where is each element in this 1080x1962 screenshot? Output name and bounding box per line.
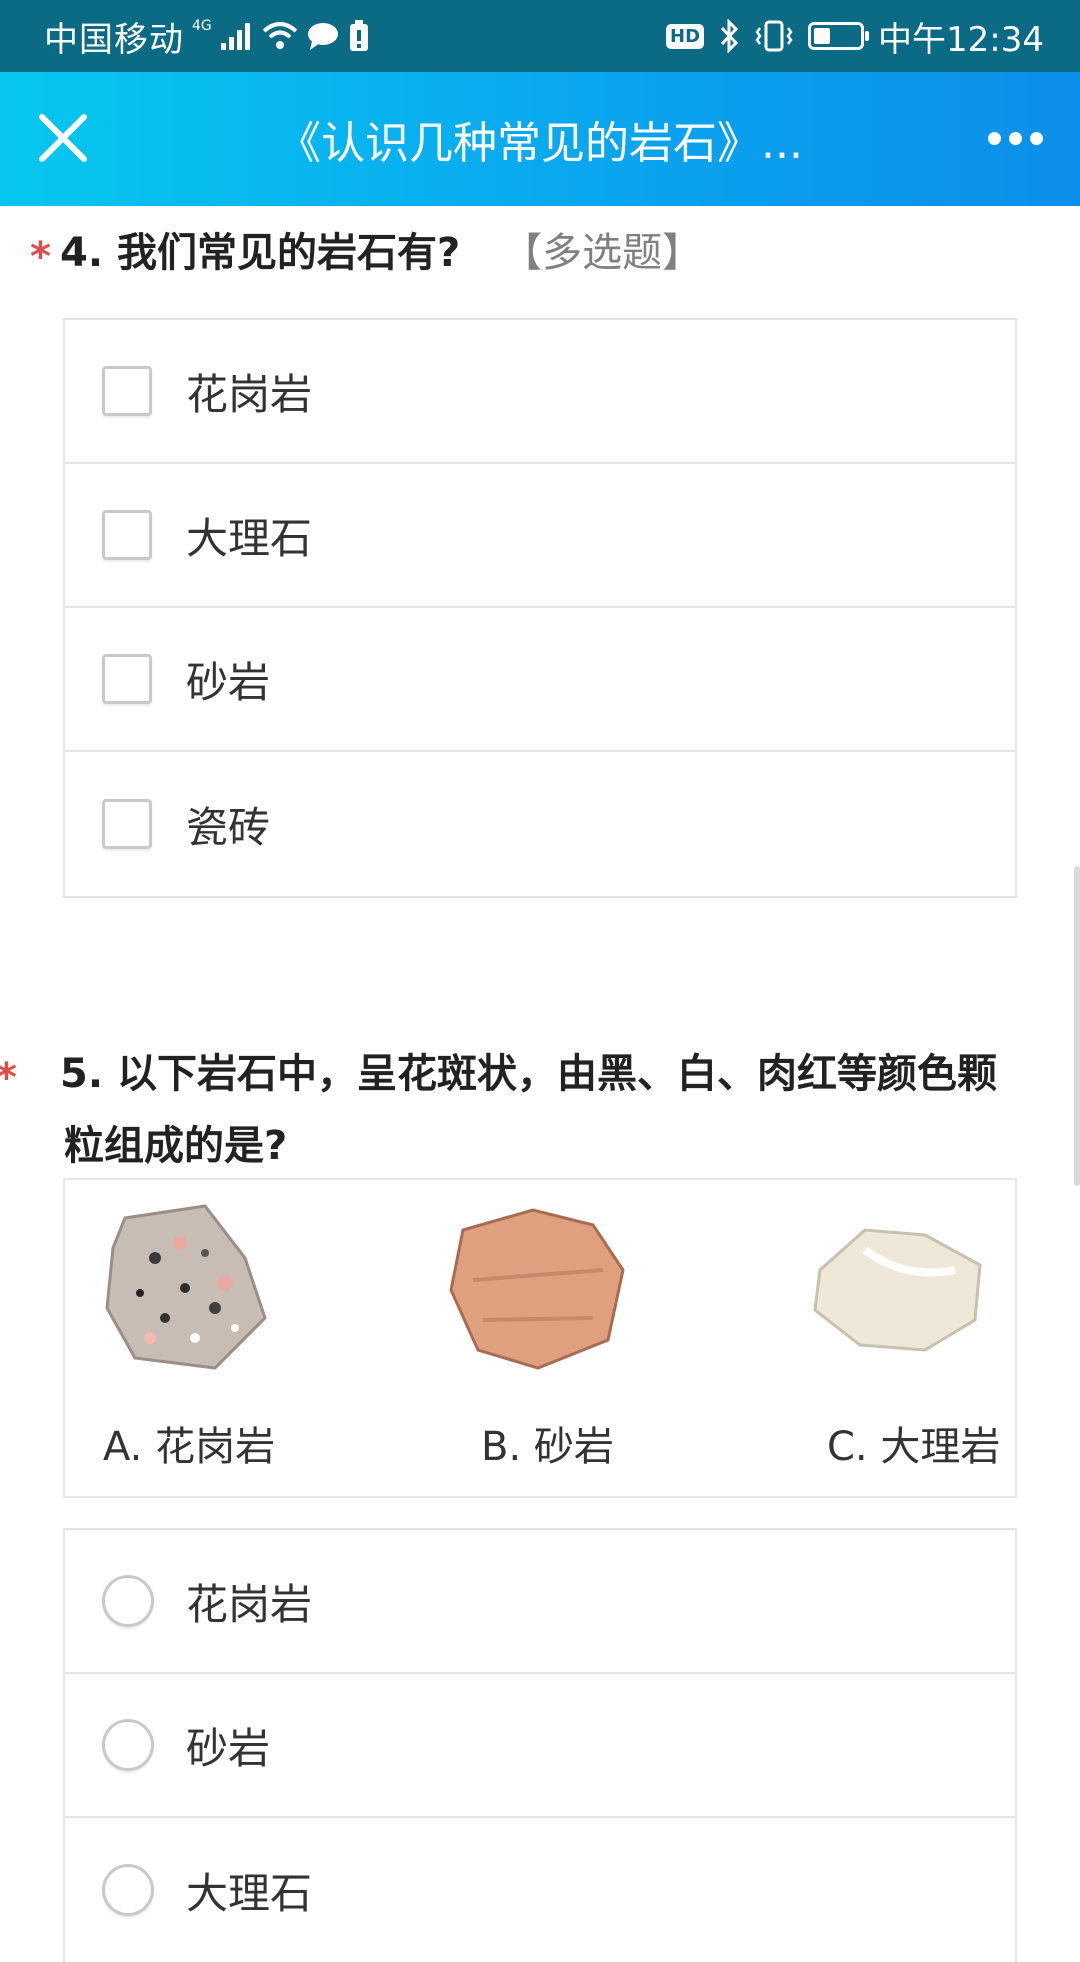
checkbox[interactable] [102,510,152,560]
status-bar: 中国移动 4G HD 中午12:34 [0,0,1080,72]
more-dot-icon [1008,131,1022,145]
checkbox-option[interactable]: 大理石 [65,464,1015,608]
image-caption-b: B. 砂岩 [481,1424,614,1470]
radio-option[interactable]: 砂岩 [65,1674,1015,1818]
checkbox-option[interactable]: 砂岩 [65,608,1015,752]
option-label: 花岗岩 [186,1579,313,1629]
page-title: 《认识几种常见的岩石》... [277,118,803,169]
question-type-label: 【多选题】 [502,230,703,276]
checkbox[interactable] [102,799,152,849]
image-caption-a: A. 花岗岩 [103,1424,276,1470]
status-left: 中国移动 4G [44,0,370,72]
chat-notification-icon [306,21,340,51]
carrier-name: 中国移动 [44,19,184,60]
marble-rock-image [813,1228,982,1352]
question-5-text: 5. 以下岩石中，呈花斑状，由黑、白、肉红等颜色颗粒组成的是? [60,1051,997,1169]
question-4-options: 花岗岩 大理石 砂岩 瓷砖 [63,318,1017,898]
bluetooth-icon [718,19,740,53]
hd-badge: HD [666,23,705,49]
close-button[interactable] [30,105,96,171]
vibrate-icon [754,19,794,53]
alert-notification-icon [348,20,370,52]
checkbox[interactable] [102,654,152,704]
more-dot-icon [1029,131,1043,145]
question-5-title: *5. 以下岩石中，呈花斑状，由黑、白、肉红等颜色颗粒组成的是? [0,1038,1004,1182]
close-icon [39,114,87,162]
checkbox[interactable] [102,366,152,416]
required-mark: * [0,1042,60,1114]
question-4-text: 4. 我们常见的岩石有? [60,230,461,276]
more-button[interactable] [970,105,1060,171]
option-label: 砂岩 [186,657,271,707]
scrollbar[interactable] [1074,866,1080,1186]
image-caption-c: C. 大理岩 [827,1424,1001,1470]
network-type: 4G [192,18,212,34]
option-label: 花岗岩 [186,369,313,419]
signal-icon [220,21,254,51]
radio-option[interactable]: 大理石 [65,1818,1015,1962]
option-label: 大理石 [186,513,313,563]
option-label: 砂岩 [186,1723,271,1773]
radio-button[interactable] [102,1719,154,1771]
status-right: HD 中午12:34 [666,0,1044,72]
option-label: 大理石 [186,1868,313,1918]
radio-option[interactable]: 花岗岩 [65,1530,1015,1674]
more-dot-icon [987,131,1001,145]
radio-button[interactable] [102,1575,154,1627]
sandstone-rock-image [449,1208,625,1370]
required-mark: * [30,234,51,280]
clock: 中午12:34 [878,19,1044,60]
wifi-icon [262,21,298,51]
title-bar: 《认识几种常见的岩石》... [0,72,1080,206]
checkbox-option[interactable]: 瓷砖 [65,752,1015,896]
battery-icon [808,22,870,50]
granite-rock-image [105,1204,267,1370]
checkbox-option[interactable]: 花岗岩 [65,320,1015,464]
question-5-image: A. 花岗岩 B. 砂岩 C. 大理岩 [63,1178,1017,1498]
radio-button[interactable] [102,1864,154,1916]
question-4-title: * 4. 我们常见的岩石有? 【多选题】 [30,218,990,288]
question-5-options: 花岗岩 砂岩 大理石 [63,1528,1017,1962]
option-label: 瓷砖 [186,802,271,852]
